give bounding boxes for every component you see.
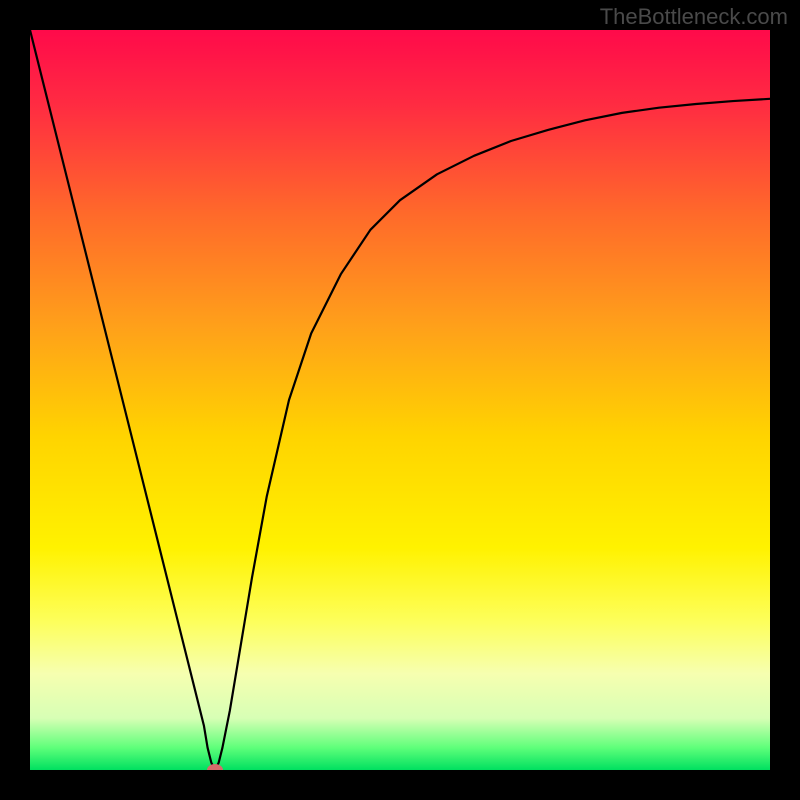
watermark-text: TheBottleneck.com	[600, 4, 788, 30]
bottleneck-chart	[30, 30, 770, 770]
gradient-background	[30, 30, 770, 770]
chart-svg	[30, 30, 770, 770]
